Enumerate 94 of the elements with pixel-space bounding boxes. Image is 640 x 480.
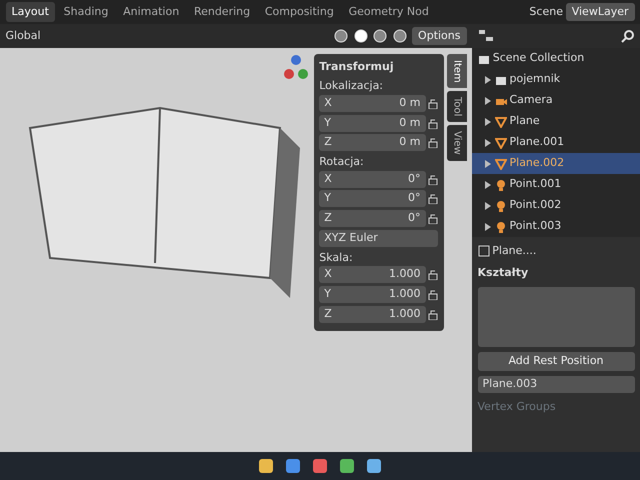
- outliner-item[interactable]: pojemnik: [510, 71, 560, 88]
- lock-icon[interactable]: [428, 118, 438, 128]
- triangle-mesh-icon: [494, 136, 507, 148]
- axis-label: Z: [324, 306, 332, 322]
- number-field[interactable]: Y 0°: [319, 190, 426, 208]
- disclosure-triangle-icon[interactable]: [484, 138, 492, 146]
- workspace-tab[interactable]: Animation: [117, 2, 186, 22]
- field-value: 1.000: [389, 286, 420, 302]
- light-bulb-icon: [494, 178, 507, 190]
- section-label: Rotacja:: [319, 154, 365, 170]
- sidebar-tab[interactable]: Tool: [446, 91, 466, 122]
- lock-icon[interactable]: [428, 98, 438, 109]
- shading-mode-icon[interactable]: [392, 29, 407, 43]
- workspace-tab[interactable]: Layout: [6, 2, 55, 22]
- disclosure-triangle-icon[interactable]: [484, 76, 492, 84]
- light-bulb-icon: [494, 200, 507, 212]
- number-field[interactable]: X 0 m: [319, 94, 426, 112]
- number-field[interactable]: Y 0 m: [319, 114, 426, 132]
- disclosure-triangle-icon[interactable]: [484, 118, 492, 126]
- lock-icon[interactable]: [428, 213, 438, 224]
- lock-icon[interactable]: [428, 137, 438, 148]
- field-value: 0 m: [399, 94, 420, 111]
- rotation-mode-dropdown[interactable]: XYZ Euler: [319, 230, 438, 247]
- lock-icon[interactable]: [428, 288, 438, 300]
- shading-mode-icon[interactable]: [373, 29, 388, 43]
- taskbar-app-icon[interactable]: [258, 458, 274, 474]
- disclosure-triangle-icon[interactable]: [484, 160, 492, 168]
- sidebar-tab[interactable]: Item: [446, 54, 466, 88]
- panel-title: Transformuj: [319, 59, 395, 75]
- field-value: 0 m: [399, 134, 420, 150]
- number-field[interactable]: X 1.000: [319, 266, 426, 283]
- field-value: 0°: [408, 190, 420, 206]
- axis-label: Y: [324, 114, 331, 130]
- outliner-item[interactable]: Point.002: [510, 197, 562, 214]
- field-value: 0°: [408, 210, 420, 226]
- selected-row-highlight[interactable]: Plane.002: [472, 153, 640, 174]
- axis-label: Z: [324, 134, 332, 150]
- number-field[interactable]: Z 1.000: [319, 306, 426, 322]
- axis-label: X: [324, 94, 332, 111]
- section-label: Lokalizacja:: [319, 78, 384, 94]
- lock-icon[interactable]: [428, 308, 438, 320]
- disclosure-triangle-icon[interactable]: [484, 202, 492, 210]
- workspace-tab[interactable]: Rendering: [188, 2, 256, 22]
- number-field[interactable]: X 0°: [319, 170, 426, 188]
- light-bulb-icon: [494, 220, 507, 232]
- options-button[interactable]: Options: [412, 26, 466, 46]
- field-value: 0 m: [399, 114, 420, 130]
- panel-header[interactable]: Kształty: [478, 264, 634, 281]
- mesh-data-field[interactable]: Plane.003: [478, 376, 634, 393]
- taskbar-app-icon[interactable]: [366, 458, 382, 474]
- scene-selector[interactable]: Scene: [529, 4, 563, 20]
- disclosure-triangle-icon[interactable]: [484, 180, 492, 188]
- lock-icon[interactable]: [428, 174, 438, 184]
- workspace-tab[interactable]: Geometry Nod: [342, 2, 435, 22]
- field-value: 1.000: [389, 306, 420, 322]
- triangle-mesh-icon: [494, 158, 507, 170]
- add-rest-position-button[interactable]: Add Rest Position: [478, 352, 634, 370]
- axis-label: X: [324, 170, 332, 186]
- number-field[interactable]: Z 0°: [319, 210, 426, 227]
- breadcrumb-item[interactable]: Plane....: [492, 242, 536, 259]
- outliner-item[interactable]: Plane: [510, 113, 540, 130]
- outliner-item[interactable]: Point.001: [510, 176, 562, 193]
- field-value: 1.000: [389, 266, 420, 282]
- object-icon: [478, 244, 490, 257]
- sidebar-tab[interactable]: View: [446, 125, 466, 161]
- taskbar-app-icon[interactable]: [285, 458, 301, 474]
- outliner-item[interactable]: Point.003: [510, 218, 562, 235]
- orientation-dropdown[interactable]: Global: [6, 28, 41, 44]
- triangle-mesh-icon: [494, 116, 507, 128]
- view-layer-selector[interactable]: ViewLayer: [566, 2, 634, 22]
- number-field[interactable]: Y 1.000: [319, 286, 426, 303]
- disclosure-triangle-icon[interactable]: [484, 222, 492, 230]
- outliner-display-icon[interactable]: [478, 29, 494, 43]
- lock-icon[interactable]: [428, 269, 438, 280]
- axis-label: Y: [324, 286, 331, 302]
- search-icon[interactable]: [620, 29, 634, 43]
- outliner-item[interactable]: Plane.002: [510, 155, 564, 172]
- workspace-tab[interactable]: Shading: [58, 2, 114, 22]
- lock-icon[interactable]: [428, 193, 438, 204]
- workspace-tab[interactable]: Compositing: [258, 2, 340, 22]
- outliner-item[interactable]: Camera: [510, 92, 553, 109]
- taskbar-app-icon[interactable]: [312, 458, 328, 474]
- axis-label: Y: [324, 190, 331, 206]
- axis-label: Z: [324, 210, 332, 226]
- field-value: 0°: [408, 170, 420, 186]
- outliner-item[interactable]: Scene Collection: [492, 50, 584, 67]
- section-label: Skala:: [319, 250, 354, 266]
- axis-label: X: [324, 266, 332, 282]
- shading-mode-icon[interactable]: [334, 29, 348, 43]
- shading-mode-icon[interactable]: [354, 29, 368, 43]
- disclosure-triangle-icon[interactable]: [484, 96, 492, 104]
- number-field[interactable]: Z 0 m: [319, 134, 426, 152]
- outliner-item[interactable]: Plane.001: [510, 134, 564, 151]
- taskbar-app-icon[interactable]: [339, 458, 355, 474]
